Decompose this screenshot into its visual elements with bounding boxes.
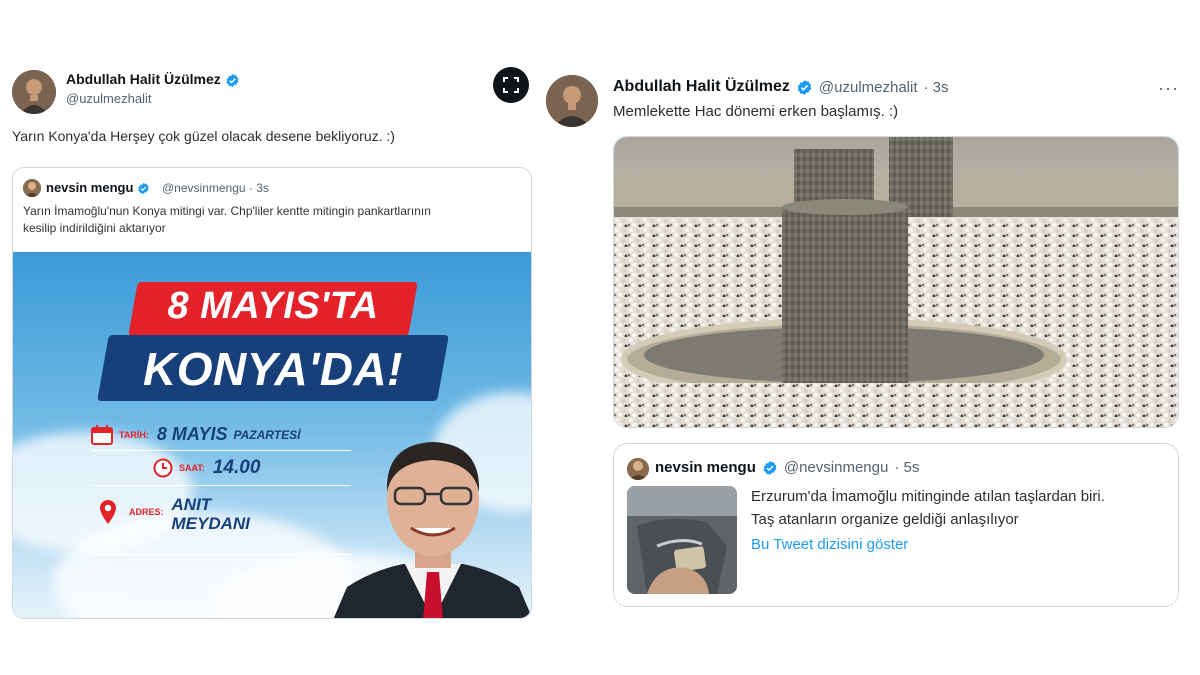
quoted-author-handle[interactable]: @nevsinmengu [162,181,246,195]
author-name[interactable]: Abdullah Halit Üzülmez [66,71,240,88]
quoted-author-name[interactable]: nevsin mengu [46,180,150,195]
divider [91,485,351,486]
address-line2: MEYDANI [171,514,250,533]
author-handle[interactable]: @uzulmezhalit [819,79,918,96]
quoted-text-line1: Yarın İmamoğlu'nun Konya mitingi var. Ch… [23,204,431,218]
expand-icon [503,77,519,93]
tweet-header: Abdullah Halit Üzülmez @uzulmezhalit · 3… [613,78,949,96]
author-name[interactable]: Abdullah Halit Üzülmez [613,78,790,96]
poster-address-row: ADRES: ANIT MEYDANI [99,495,250,533]
right-tweet: Abdullah Halit Üzülmez @uzulmezhalit · 3… [540,0,1200,675]
quoted-author-name[interactable]: nevsin mengu [655,459,756,476]
quoted-timestamp[interactable]: · 5s [894,459,919,476]
verified-badge-icon [226,73,239,87]
quoted-tweet[interactable]: nevsin mengu @nevsinmengu · 3s Yarın İma… [12,167,532,619]
time-value: 14.00 [212,457,261,478]
clock-icon [153,458,173,478]
left-tweet: Abdullah Halit Üzülmez @uzulmezhalit Yar… [0,0,540,675]
politician-photo [333,442,531,618]
banner-bottom-text: KONYA'DA! [143,343,403,395]
verified-badge-icon [763,460,777,475]
verified-badge-icon [797,79,812,95]
date-label: TARİH: [119,429,149,440]
calendar-icon [91,424,113,445]
address-label: ADRES: [129,507,164,517]
location-pin-icon [100,500,116,524]
author-handle[interactable]: @uzulmezhalit [66,91,151,106]
verified-badge-icon [138,182,149,195]
timestamp[interactable]: · 3s [924,79,949,96]
time-label: SAAT: [179,463,205,473]
more-options-icon[interactable]: ··· [1158,78,1179,99]
show-thread-link[interactable]: Bu Tweet dizisini göster [751,536,908,553]
expand-button[interactable] [493,67,529,103]
quoted-text-line2: Taş atanların organize geldiği anlaşılıy… [751,511,1019,528]
stone-photo-thumbnail[interactable] [627,486,737,594]
quoted-author-avatar[interactable] [627,458,649,480]
banner-top-text: 8 MAYIS'TA [167,285,379,327]
rally-poster-image[interactable]: 8 MAYIS'TA KONYA'DA! TARİH: 8 MAYIS PAZA… [13,252,531,618]
tweet-text: Memlekette Hac dönemi erken başlamış. :) [613,103,899,120]
quoted-author-name-text: nevsin mengu [46,180,134,195]
divider [91,450,351,451]
quoted-author-meta: @nevsinmengu · 3s [162,181,269,195]
date-value: 8 MAYIS [156,424,228,444]
poster-date-row: TARİH: 8 MAYIS PAZARTESİ [91,424,300,445]
address-line1: ANIT [171,495,212,514]
quoted-tweet[interactable]: nevsin mengu @nevsinmengu · 5s Erzurum'd… [613,443,1179,607]
divider [91,554,351,555]
quoted-timestamp[interactable]: · 3s [249,181,269,195]
quoted-text-line2: kesilip indirildiğini aktarıyor [23,221,166,235]
tweet-text: Yarın Konya'da Herşey çok güzel olacak d… [12,128,395,144]
quoted-author-handle[interactable]: @nevsinmengu [784,459,888,476]
author-avatar[interactable] [12,70,56,114]
quoted-tweet-header: nevsin mengu @nevsinmengu · 5s [655,459,919,476]
hajj-photo[interactable] [613,136,1179,428]
author-avatar[interactable] [546,75,598,127]
author-name-text: Abdullah Halit Üzülmez [66,71,221,87]
date-day: PAZARTESİ [233,427,301,442]
poster-time-row: SAAT: 14.00 [153,457,260,479]
quoted-author-avatar[interactable] [23,179,41,197]
quoted-text-line1: Erzurum'da İmamoğlu mitinginde atılan ta… [751,488,1105,505]
